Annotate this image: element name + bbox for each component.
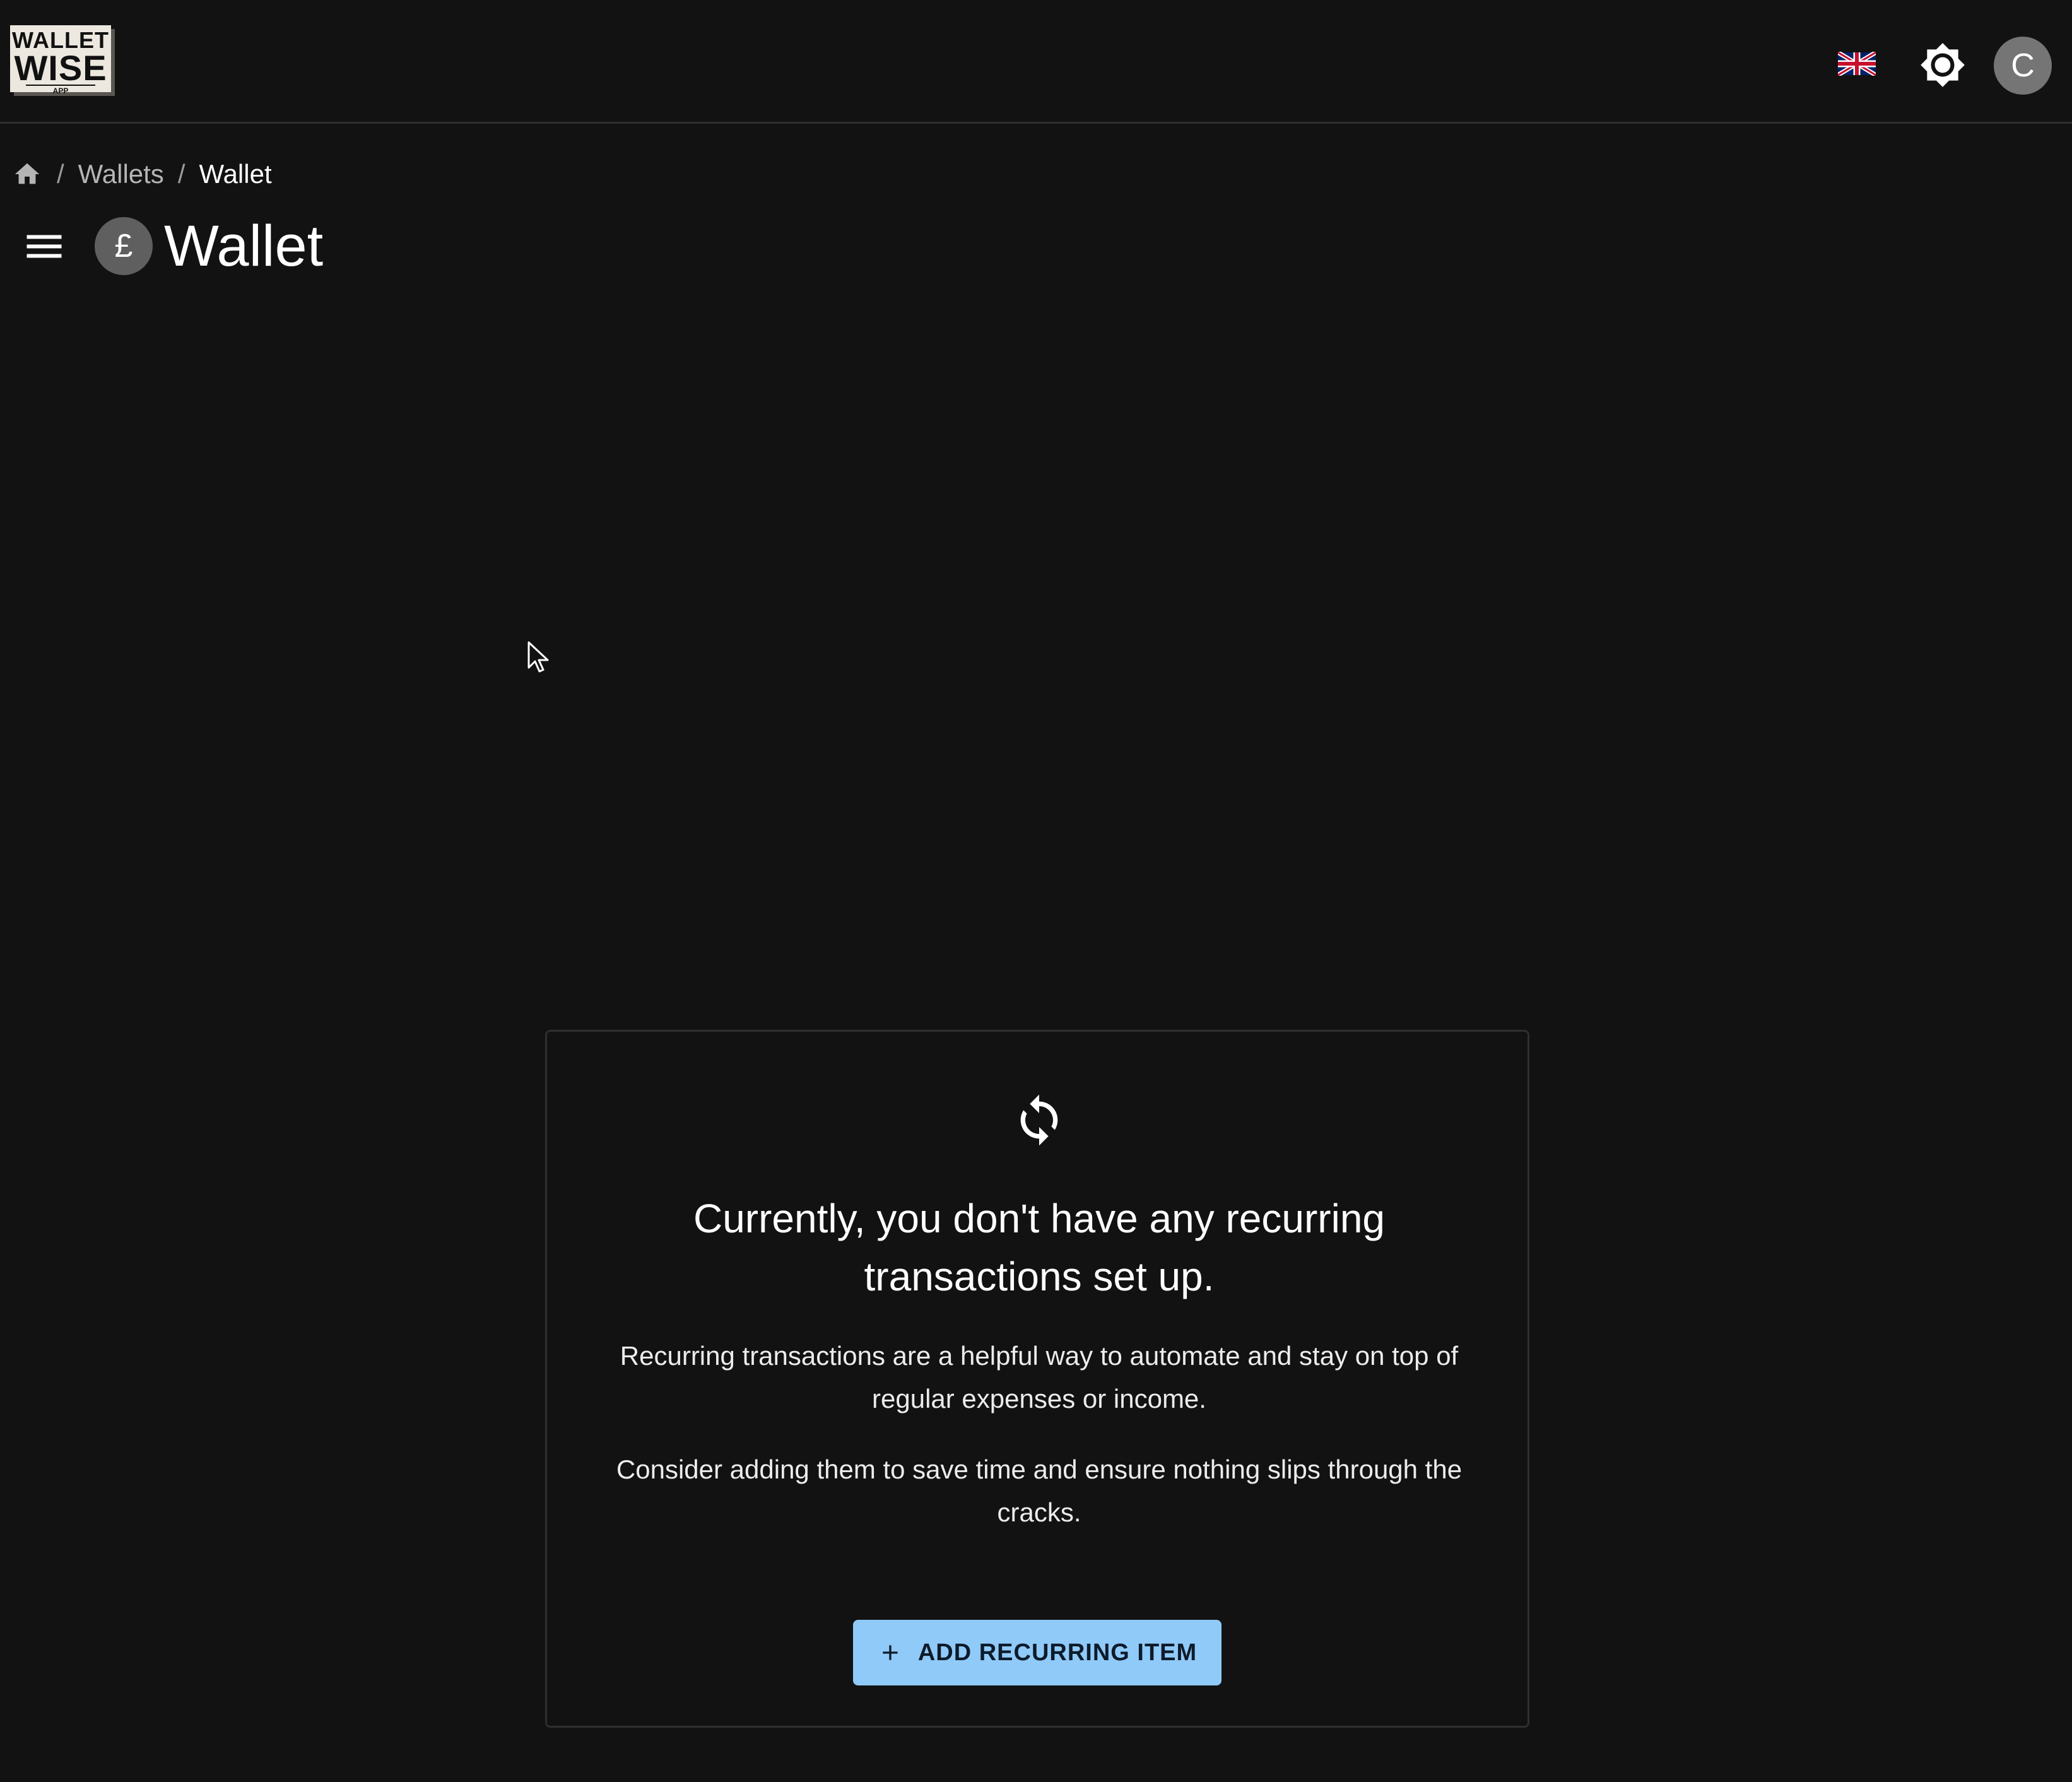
mouse-cursor-icon	[527, 641, 549, 673]
add-recurring-item-button[interactable]: ADD RECURRING ITEM	[853, 1620, 1221, 1685]
currency-badge: £	[95, 217, 153, 275]
hamburger-menu-icon[interactable]	[25, 230, 63, 262]
empty-state-description: Recurring transactions are a helpful way…	[620, 1341, 1459, 1413]
page-title-row: £ Wallet	[25, 208, 323, 284]
empty-state-title: Currently, you don't have any recurring …	[693, 1196, 1386, 1299]
user-avatar[interactable]: C	[1994, 37, 2052, 95]
page-title: Wallet	[164, 213, 324, 278]
home-icon[interactable]	[11, 160, 43, 189]
breadcrumb-separator: /	[177, 159, 185, 189]
brightness-icon[interactable]	[1919, 42, 1966, 88]
empty-state-card: Currently, you don't have any recurring …	[545, 1030, 1529, 1728]
wallet-wise-logo[interactable]: WALLET WISE APP	[10, 25, 111, 95]
breadcrumb-wallets-link[interactable]: Wallets	[78, 159, 164, 189]
breadcrumb-separator: /	[57, 159, 64, 189]
breadcrumb: / Wallets / Wallet	[11, 155, 272, 193]
breadcrumb-current: Wallet	[199, 159, 272, 189]
uk-flag-icon[interactable]	[1838, 52, 1876, 76]
empty-state-suggestion: Consider adding them to save time and en…	[616, 1455, 1463, 1527]
logo-line-2: WISE	[14, 48, 107, 88]
sync-icon	[1020, 1094, 1058, 1146]
plus-icon	[883, 1645, 898, 1660]
add-recurring-item-label: ADD RECURRING ITEM	[917, 1639, 1198, 1666]
app-header: WALLET WISE APP C	[0, 0, 2072, 124]
